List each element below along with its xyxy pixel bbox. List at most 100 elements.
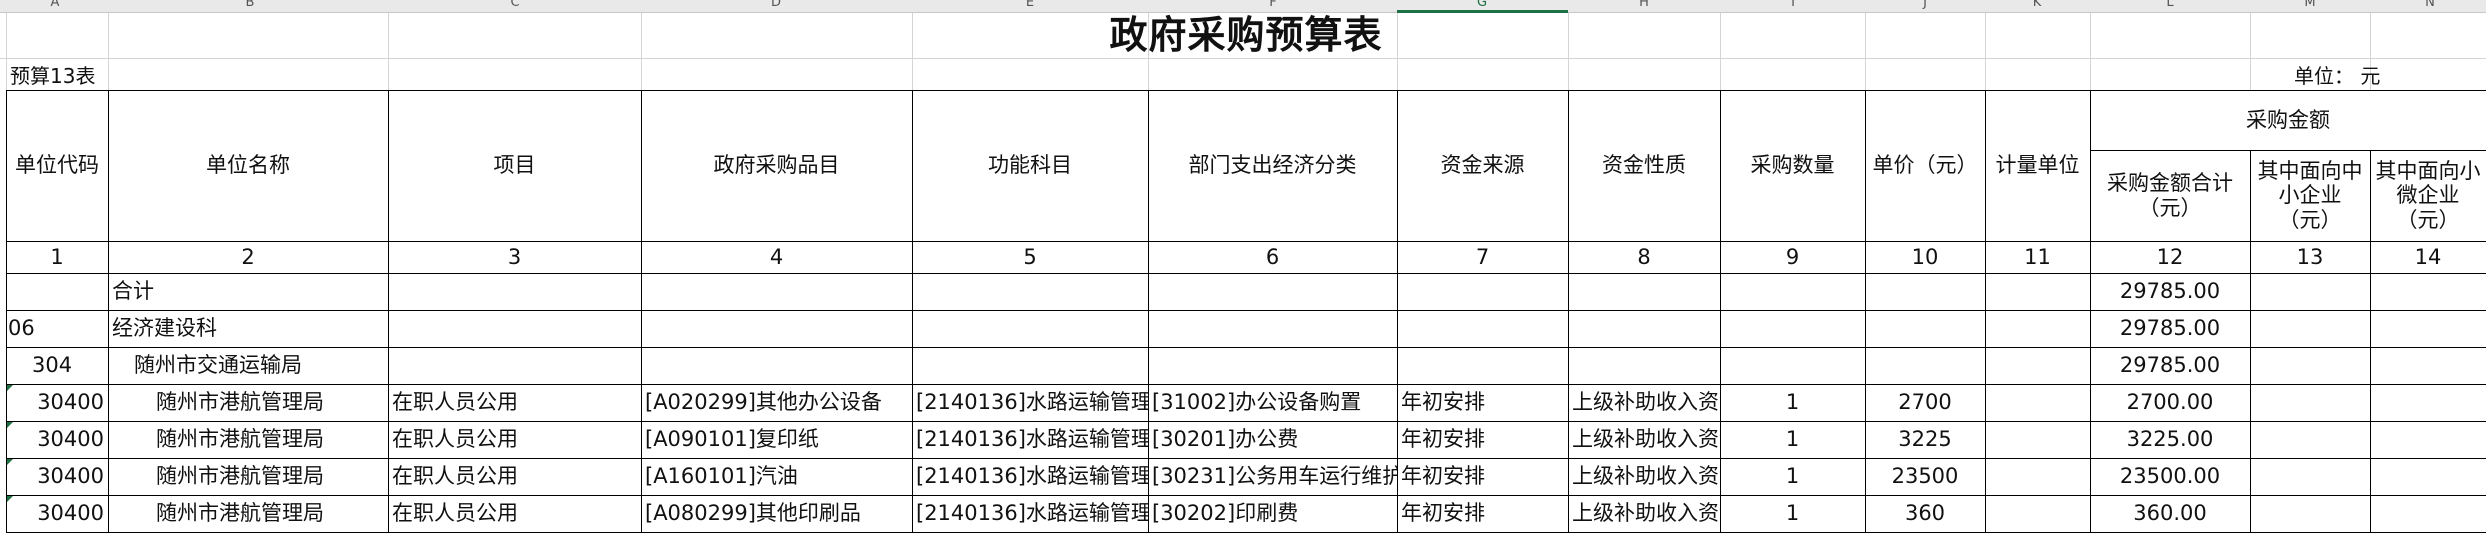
cell-nature[interactable] <box>1568 310 1720 347</box>
column-letter-f[interactable]: F <box>1269 0 1276 9</box>
column-letter-m[interactable]: M <box>2304 0 2315 9</box>
column-letter-c[interactable]: C <box>510 0 519 9</box>
cell-sme[interactable] <box>2250 421 2370 458</box>
column-letter-k[interactable]: K <box>2033 0 2042 9</box>
column-number-13[interactable]: 13 <box>2250 241 2370 273</box>
column-letter-j[interactable]: J <box>1923 0 1927 9</box>
header-unit-price[interactable]: 单价（元） <box>1865 90 1985 241</box>
cell-source[interactable]: 年初安排 <box>1397 495 1568 532</box>
cell-code[interactable]: 06 <box>6 310 108 347</box>
column-number-1[interactable]: 1 <box>6 241 108 273</box>
cell-total[interactable]: 23500.00 <box>2090 458 2250 495</box>
cell-item[interactable] <box>641 347 912 384</box>
cell-code[interactable]: 30400 <box>6 384 108 421</box>
header-amount-total[interactable]: 采购金额合计（元） <box>2090 150 2250 241</box>
cell-name[interactable]: 随州市港航管理局 <box>108 495 388 532</box>
header-econ-class[interactable]: 部门支出经济分类 <box>1148 90 1397 241</box>
cell-econ[interactable]: [30231]公务用车运行维护费 <box>1148 458 1397 495</box>
cell-source[interactable]: 年初安排 <box>1397 384 1568 421</box>
cell-source[interactable]: 年初安排 <box>1397 458 1568 495</box>
cell-econ[interactable]: [30202]印刷费 <box>1148 495 1397 532</box>
column-number-8[interactable]: 8 <box>1568 241 1720 273</box>
cell-item[interactable] <box>641 310 912 347</box>
cell-measure[interactable] <box>1985 495 2090 532</box>
cell-func[interactable]: [2140136]水路运输管理支出 <box>912 384 1148 421</box>
cell-project[interactable] <box>388 347 641 384</box>
column-letter-n[interactable]: N <box>2425 0 2435 9</box>
cell-source[interactable]: 年初安排 <box>1397 421 1568 458</box>
cell-project[interactable]: 在职人员公用 <box>388 421 641 458</box>
cell-item[interactable] <box>641 273 912 310</box>
column-letter-i[interactable]: I <box>1791 0 1795 9</box>
cell-item[interactable]: [A080299]其他印刷品 <box>641 495 912 532</box>
cell-micro[interactable] <box>2370 421 2486 458</box>
cell-nature[interactable]: 上级补助收入资金 <box>1568 421 1720 458</box>
cell-price[interactable] <box>1865 347 1985 384</box>
cell-total[interactable]: 2700.00 <box>2090 384 2250 421</box>
cell-micro[interactable] <box>2370 347 2486 384</box>
column-letter-d[interactable]: D <box>771 0 781 9</box>
cell-nature[interactable] <box>1568 273 1720 310</box>
cell-project[interactable]: 在职人员公用 <box>388 458 641 495</box>
cell-name[interactable]: 随州市交通运输局 <box>108 347 388 384</box>
cell-item[interactable]: [A090101]复印纸 <box>641 421 912 458</box>
column-number-5[interactable]: 5 <box>912 241 1148 273</box>
cell-source[interactable] <box>1397 273 1568 310</box>
cell-measure[interactable] <box>1985 384 2090 421</box>
cell-name[interactable]: 随州市港航管理局 <box>108 458 388 495</box>
cell-project[interactable] <box>388 273 641 310</box>
cell-price[interactable]: 2700 <box>1865 384 1985 421</box>
cell-sme[interactable] <box>2250 273 2370 310</box>
column-number-12[interactable]: 12 <box>2090 241 2250 273</box>
sheet-title[interactable]: 政府采购预算表 <box>6 13 2486 58</box>
column-letter-l[interactable]: L <box>2166 0 2173 9</box>
cell-func[interactable]: [2140136]水路运输管理支出 <box>912 495 1148 532</box>
cell-micro[interactable] <box>2370 384 2486 421</box>
cell-nature[interactable]: 上级补助收入资金 <box>1568 458 1720 495</box>
cell-project[interactable]: 在职人员公用 <box>388 495 641 532</box>
cell-qty[interactable] <box>1720 347 1865 384</box>
cell-qty[interactable]: 1 <box>1720 421 1865 458</box>
column-number-4[interactable]: 4 <box>641 241 912 273</box>
cell-econ[interactable] <box>1148 347 1397 384</box>
column-number-3[interactable]: 3 <box>388 241 641 273</box>
column-number-9[interactable]: 9 <box>1720 241 1865 273</box>
cell-price[interactable]: 360 <box>1865 495 1985 532</box>
cell-econ[interactable]: [30201]办公费 <box>1148 421 1397 458</box>
cell-qty[interactable]: 1 <box>1720 458 1865 495</box>
cell-code[interactable]: 30400 <box>6 421 108 458</box>
unit-label[interactable]: 单位： 元 <box>2290 58 2486 90</box>
cell-total[interactable]: 360.00 <box>2090 495 2250 532</box>
cell-sme[interactable] <box>2250 458 2370 495</box>
cell-func[interactable] <box>912 310 1148 347</box>
cell-name[interactable]: 随州市港航管理局 <box>108 421 388 458</box>
column-letter-a[interactable]: A <box>51 0 60 9</box>
cell-code[interactable]: 304 <box>6 347 108 384</box>
cell-micro[interactable] <box>2370 458 2486 495</box>
cell-micro[interactable] <box>2370 273 2486 310</box>
cell-price[interactable] <box>1865 273 1985 310</box>
cell-func[interactable]: [2140136]水路运输管理支出 <box>912 458 1148 495</box>
header-measure-unit[interactable]: 计量单位 <box>1985 90 2090 241</box>
cell-qty[interactable]: 1 <box>1720 495 1865 532</box>
cell-source[interactable] <box>1397 310 1568 347</box>
cell-name[interactable]: 合计 <box>108 273 388 310</box>
cell-measure[interactable] <box>1985 273 2090 310</box>
cell-func[interactable] <box>912 273 1148 310</box>
cell-sme[interactable] <box>2250 384 2370 421</box>
cell-measure[interactable] <box>1985 347 2090 384</box>
column-number-7[interactable]: 7 <box>1397 241 1568 273</box>
header-quantity[interactable]: 采购数量 <box>1720 90 1865 241</box>
form-number[interactable]: 预算13表 <box>6 58 148 90</box>
header-micro[interactable]: 其中面向小微企业（元） <box>2370 150 2486 241</box>
cell-econ[interactable]: [31002]办公设备购置 <box>1148 384 1397 421</box>
cell-micro[interactable] <box>2370 310 2486 347</box>
header-function-subject[interactable]: 功能科目 <box>912 90 1148 241</box>
cell-nature[interactable] <box>1568 347 1720 384</box>
cell-code[interactable]: 30400 <box>6 458 108 495</box>
cell-nature[interactable]: 上级补助收入资金 <box>1568 495 1720 532</box>
cell-code[interactable] <box>6 273 108 310</box>
cell-qty[interactable] <box>1720 310 1865 347</box>
cell-econ[interactable] <box>1148 310 1397 347</box>
cell-price[interactable] <box>1865 310 1985 347</box>
